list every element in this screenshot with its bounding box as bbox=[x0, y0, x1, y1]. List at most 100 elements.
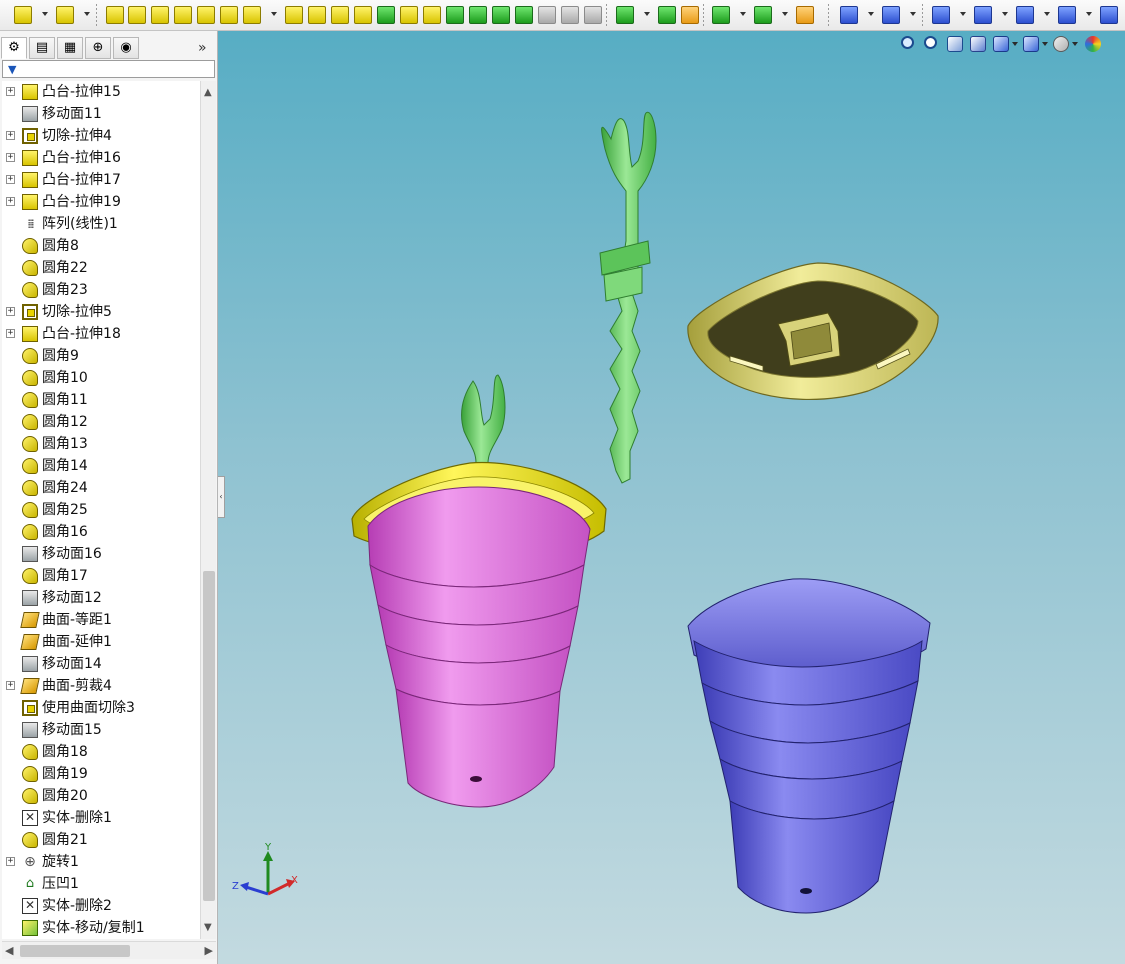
feature-tree-item[interactable]: 移动面15 bbox=[2, 719, 200, 741]
extruded-cut-icon[interactable] bbox=[174, 6, 192, 24]
dropdown-arrow-icon[interactable] bbox=[910, 12, 916, 16]
dropdown-arrow-icon[interactable] bbox=[644, 12, 650, 16]
feature-tree-item[interactable]: 实体-移动/复制1 bbox=[2, 917, 200, 939]
line-icon[interactable] bbox=[932, 6, 950, 24]
tree-horizontal-scrollbar[interactable]: ◀ ▶ bbox=[2, 941, 216, 959]
feature-tree-item[interactable]: 移动面16 bbox=[2, 543, 200, 565]
feature-tree-item[interactable]: 圆角9 bbox=[2, 345, 200, 367]
scroll-up-icon[interactable]: ▲ bbox=[204, 87, 212, 98]
feature-tree-item[interactable]: 圆角22 bbox=[2, 257, 200, 279]
expand-icon[interactable]: + bbox=[6, 197, 15, 206]
feature-tree-item[interactable]: 实体-删除1 bbox=[2, 807, 200, 829]
scroll-left-icon[interactable]: ◀ bbox=[5, 944, 13, 957]
lofted-cut-icon[interactable] bbox=[243, 6, 261, 24]
expand-icon[interactable]: + bbox=[6, 175, 15, 184]
featuremanager-tab[interactable]: ⚙ bbox=[1, 37, 27, 59]
pink-cup-assembly[interactable] bbox=[351, 374, 607, 808]
swept-boss-icon[interactable] bbox=[106, 6, 124, 24]
dropdown-arrow-icon[interactable] bbox=[1044, 12, 1050, 16]
dropdown-arrow-icon[interactable] bbox=[868, 12, 874, 16]
feature-tree-item[interactable]: 圆角18 bbox=[2, 741, 200, 763]
thread-icon[interactable] bbox=[561, 6, 579, 24]
chamfer-icon[interactable] bbox=[331, 6, 349, 24]
linear-pattern-icon[interactable] bbox=[616, 6, 634, 24]
feature-tree-item[interactable]: 曲面-延伸1 bbox=[2, 631, 200, 653]
mirror-icon[interactable] bbox=[469, 6, 487, 24]
feature-tree-item[interactable]: 圆角19 bbox=[2, 763, 200, 785]
feature-tree-item[interactable]: 圆角10 bbox=[2, 367, 200, 389]
expand-tabs-button[interactable]: » bbox=[198, 40, 207, 56]
feature-tree-item[interactable]: 圆角13 bbox=[2, 433, 200, 455]
circle-icon[interactable] bbox=[1058, 6, 1076, 24]
smart-dimension-icon[interactable] bbox=[882, 6, 900, 24]
slot-icon[interactable] bbox=[1016, 6, 1034, 24]
curves-icon[interactable] bbox=[681, 6, 699, 24]
feature-tree-item[interactable]: 圆角23 bbox=[2, 279, 200, 301]
dome-icon[interactable] bbox=[492, 6, 510, 24]
feature-tree-item[interactable]: 圆角24 bbox=[2, 477, 200, 499]
feature-tree-item[interactable]: 圆角17 bbox=[2, 565, 200, 587]
feature-tree-item[interactable]: 圆角8 bbox=[2, 235, 200, 257]
scroll-down-icon[interactable]: ▼ bbox=[204, 922, 212, 933]
feature-tree-item[interactable]: 圆角14 bbox=[2, 455, 200, 477]
feature-tree-item[interactable]: + 凸台-拉伸19 bbox=[2, 191, 200, 213]
lofted-boss-icon[interactable] bbox=[128, 6, 146, 24]
feature-tree-item[interactable]: 曲面-等距1 bbox=[2, 609, 200, 631]
feature-tree-item[interactable]: + 凸台-拉伸18 bbox=[2, 323, 200, 345]
dropdown-arrow-icon[interactable] bbox=[740, 12, 746, 16]
feature-tree-item[interactable]: + 切除-拉伸5 bbox=[2, 301, 200, 323]
feature-tree-item[interactable]: + 凸台-拉伸15 bbox=[2, 81, 200, 103]
expand-icon[interactable]: + bbox=[6, 307, 15, 316]
feature-tree-item[interactable]: ⌂ 压凹1 bbox=[2, 873, 200, 895]
intersect-icon[interactable] bbox=[446, 6, 464, 24]
boss-extrude-icon[interactable] bbox=[14, 6, 32, 24]
configurationmanager-tab[interactable]: ▦ bbox=[57, 37, 83, 59]
rib-icon[interactable] bbox=[354, 6, 372, 24]
feature-tree-item[interactable]: 圆角20 bbox=[2, 785, 200, 807]
scroll-thumb[interactable] bbox=[20, 945, 130, 957]
expand-icon[interactable]: + bbox=[6, 131, 15, 140]
move-entities-icon[interactable] bbox=[796, 6, 814, 24]
arc-icon[interactable] bbox=[1100, 6, 1118, 24]
dropdown-arrow-icon[interactable] bbox=[782, 12, 788, 16]
dropdown-arrow-icon[interactable] bbox=[1002, 12, 1008, 16]
propertymanager-tab[interactable]: ▤ bbox=[29, 37, 55, 59]
blue-cup-part[interactable] bbox=[687, 578, 931, 914]
feature-tree-item[interactable]: + ⊕ 旋转1 bbox=[2, 851, 200, 873]
spline-icon[interactable] bbox=[754, 6, 772, 24]
flex-icon[interactable] bbox=[515, 6, 533, 24]
swept-cut-icon[interactable] bbox=[220, 6, 238, 24]
expand-icon[interactable]: + bbox=[6, 857, 15, 866]
freeform-icon[interactable] bbox=[584, 6, 602, 24]
feature-tree-item[interactable]: 移动面12 bbox=[2, 587, 200, 609]
feature-tree-item[interactable]: 使用曲面切除3 bbox=[2, 697, 200, 719]
revolved-boss-icon[interactable] bbox=[56, 6, 74, 24]
expand-icon[interactable]: + bbox=[6, 153, 15, 162]
feature-tree-item[interactable]: + 切除-拉伸4 bbox=[2, 125, 200, 147]
sketch-icon[interactable] bbox=[840, 6, 858, 24]
expand-icon[interactable]: + bbox=[6, 681, 15, 690]
rectangle-icon[interactable] bbox=[974, 6, 992, 24]
boundary-boss-icon[interactable] bbox=[151, 6, 169, 24]
scroll-right-icon[interactable]: ▶ bbox=[205, 944, 213, 957]
feature-tree-item[interactable]: 实体-删除2 bbox=[2, 895, 200, 917]
draft-icon[interactable] bbox=[377, 6, 395, 24]
fillet-icon[interactable] bbox=[308, 6, 326, 24]
revolved-cut-icon[interactable] bbox=[197, 6, 215, 24]
expand-icon[interactable]: + bbox=[6, 329, 15, 338]
graphics-area[interactable]: ‹ Y X Z bbox=[218, 31, 1125, 964]
tree-filter-input[interactable]: ▼ bbox=[2, 60, 215, 78]
display-manager-tab[interactable]: ◉ bbox=[113, 37, 139, 59]
wrap-icon[interactable] bbox=[423, 6, 441, 24]
dropdown-arrow-icon[interactable] bbox=[84, 12, 90, 16]
feature-tree-item[interactable]: 圆角21 bbox=[2, 829, 200, 851]
green-stick-part[interactable] bbox=[599, 111, 657, 484]
dropdown-arrow-icon[interactable] bbox=[960, 12, 966, 16]
feature-tree-item[interactable]: + 曲面-剪裁4 bbox=[2, 675, 200, 697]
lid-part[interactable] bbox=[687, 262, 939, 400]
dimxpert-tab[interactable]: ⊕ bbox=[85, 37, 111, 59]
expand-icon[interactable]: + bbox=[6, 87, 15, 96]
dropdown-arrow-icon[interactable] bbox=[271, 12, 277, 16]
feature-tree-item[interactable]: 圆角25 bbox=[2, 499, 200, 521]
scroll-thumb[interactable] bbox=[203, 571, 215, 901]
